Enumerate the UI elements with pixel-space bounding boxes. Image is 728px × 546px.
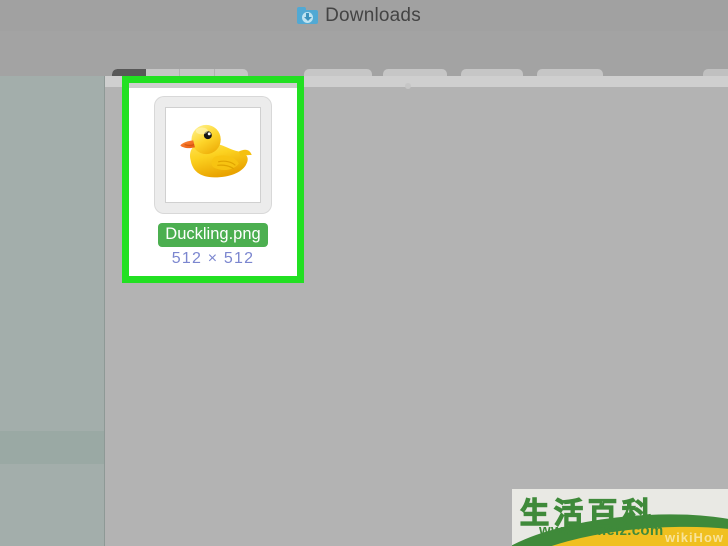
finder-toolbar: [0, 31, 728, 103]
file-name-label[interactable]: Duckling.png: [158, 223, 268, 247]
watermark: 生活百科 www.bimeiz.com wikiHow: [512, 489, 728, 546]
watermark-url: www.bimeiz.com: [539, 522, 664, 539]
sidebar-highlight-band: [0, 431, 104, 464]
highlight-inner-strip: [129, 83, 297, 88]
finder-window: Downloads Duckling.png 512 × 512 生活百科 ww…: [0, 0, 728, 546]
file-item[interactable]: Duckling.png 512 × 512: [129, 97, 297, 268]
window-titlebar: Downloads: [0, 0, 728, 31]
duck-thumbnail-icon: [180, 124, 252, 178]
window-title-group: Downloads: [297, 5, 421, 27]
file-dimensions-label: 512 × 512: [171, 250, 255, 267]
page-title: Downloads: [325, 4, 421, 26]
file-thumbnail: [165, 107, 261, 203]
annotation-highlight-box: Duckling.png 512 × 512: [122, 76, 304, 283]
file-thumbnail-frame: [155, 97, 271, 213]
finder-sidebar[interactable]: [0, 76, 105, 546]
watermark-ghost-text: wikiHow: [664, 530, 724, 545]
downloads-folder-icon: [297, 7, 319, 24]
